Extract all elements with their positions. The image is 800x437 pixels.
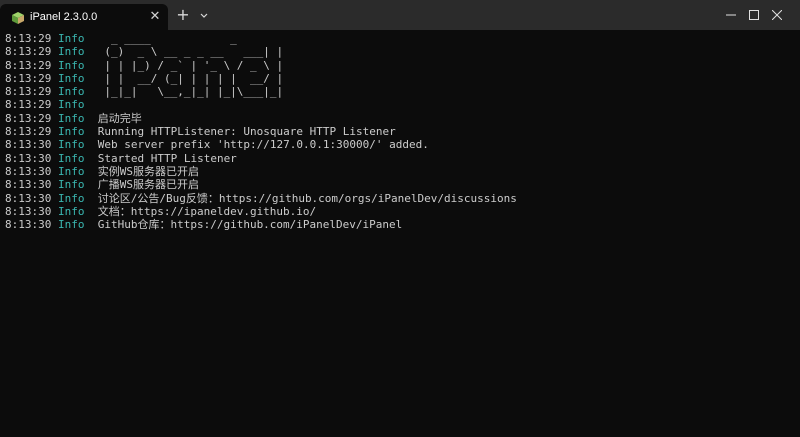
log-timestamp: 8:13:30 (5, 218, 52, 232)
log-message: |_|_| \__,_|_| |_|\___|_| (97, 85, 284, 99)
log-line: 8:13:29 Info | | __/ (_| | | | | __/ | (5, 72, 517, 85)
log-line: 8:13:29 Info (_) _ \ __ _ _ __ ___| | (5, 45, 517, 58)
log-line: 8:13:29 Info _ ____ _ (5, 32, 517, 45)
log-timestamp: 8:13:29 (5, 98, 52, 112)
log-line: 8:13:30 Info 文档：https://ipaneldev.github… (5, 205, 517, 218)
log-level: Info (57, 85, 85, 99)
log-line: 8:13:30 Info Started HTTP Listener (5, 152, 517, 165)
terminal-tab[interactable]: iPanel 2.3.0.0 ✕ (0, 4, 168, 30)
log-message: (_) _ \ __ _ _ __ ___| | (97, 45, 284, 59)
log-level: Info (57, 98, 85, 112)
log-message: 文档：https://ipaneldev.github.io/ (97, 204, 317, 218)
log-level: Info (57, 218, 85, 232)
close-icon (772, 10, 782, 20)
log-timestamp: 8:13:29 (5, 32, 52, 45)
log-message: 实例WS服务器已开启 (97, 164, 199, 178)
log-line: 8:13:29 Info |_|_| \__,_|_| |_|\___|_| (5, 85, 517, 98)
log-timestamp: 8:13:29 (5, 58, 52, 72)
log-timestamp: 8:13:29 (5, 111, 52, 125)
log-message: | | __/ (_| | | | | __/ | (97, 71, 284, 85)
log-timestamp: 8:13:29 (5, 45, 52, 59)
log-message: Started HTTP Listener (97, 151, 237, 165)
log-level: Info (57, 58, 85, 72)
log-line: 8:13:30 Info 讨论区/公告/Bug反馈：https://github… (5, 192, 517, 205)
log-timestamp: 8:13:30 (5, 164, 52, 178)
tab-title: iPanel 2.3.0.0 (30, 11, 98, 23)
log-message: 广播WS服务器已开启 (97, 178, 199, 192)
log-line: 8:13:30 Info Web server prefix 'http://1… (5, 138, 517, 151)
log-timestamp: 8:13:30 (5, 178, 52, 192)
close-tab-icon[interactable]: ✕ (148, 10, 162, 24)
log-line: 8:13:29 Info | | |_) / _` | '_ \ / _ \ | (5, 59, 517, 72)
terminal-output[interactable]: 8:13:29 Info _ ____ _ 8:13:29 Info (_) _ … (5, 32, 517, 231)
log-line: 8:13:29 Info Running HTTPListener: Unosq… (5, 125, 517, 138)
log-line: 8:13:30 Info 实例WS服务器已开启 (5, 165, 517, 178)
log-message: Running HTTPListener: Unosquare HTTP Lis… (97, 125, 396, 139)
close-window-button[interactable] (754, 0, 800, 30)
log-line: 8:13:30 Info GitHub仓库：https://github.com… (5, 218, 517, 231)
log-level: Info (57, 111, 85, 125)
log-message: 讨论区/公告/Bug反馈：https://github.com/orgs/iPa… (97, 191, 517, 205)
title-bar: iPanel 2.3.0.0 ✕ + (0, 0, 800, 30)
log-level: Info (57, 45, 85, 59)
log-level: Info (57, 178, 85, 192)
log-timestamp: 8:13:30 (5, 151, 52, 165)
log-message: GitHub仓库：https://github.com/iPanelDev/iP… (97, 218, 403, 232)
log-line: 8:13:30 Info 广播WS服务器已开启 (5, 178, 517, 191)
log-message: 启动完毕 (97, 111, 142, 125)
log-level: Info (57, 151, 85, 165)
log-timestamp: 8:13:30 (5, 191, 52, 205)
log-message: _ ____ _ (97, 32, 237, 45)
log-line: 8:13:29 Info (5, 98, 517, 111)
log-timestamp: 8:13:30 (5, 204, 52, 218)
log-level: Info (57, 191, 85, 205)
log-timestamp: 8:13:30 (5, 138, 52, 152)
log-level: Info (57, 138, 85, 152)
log-level: Info (57, 71, 85, 85)
chevron-down-icon[interactable] (197, 8, 211, 22)
log-level: Info (57, 204, 85, 218)
log-timestamp: 8:13:29 (5, 125, 52, 139)
log-level: Info (57, 164, 85, 178)
log-message: | | |_) / _` | '_ \ / _ \ | (97, 58, 284, 72)
new-tab-icon[interactable]: + (175, 7, 191, 23)
log-level: Info (57, 125, 85, 139)
log-timestamp: 8:13:29 (5, 85, 52, 99)
log-message: Web server prefix 'http://127.0.0.1:3000… (97, 138, 429, 152)
log-line: 8:13:29 Info 启动完毕 (5, 112, 517, 125)
log-level: Info (57, 32, 85, 45)
log-timestamp: 8:13:29 (5, 71, 52, 85)
cube-icon (11, 10, 25, 24)
